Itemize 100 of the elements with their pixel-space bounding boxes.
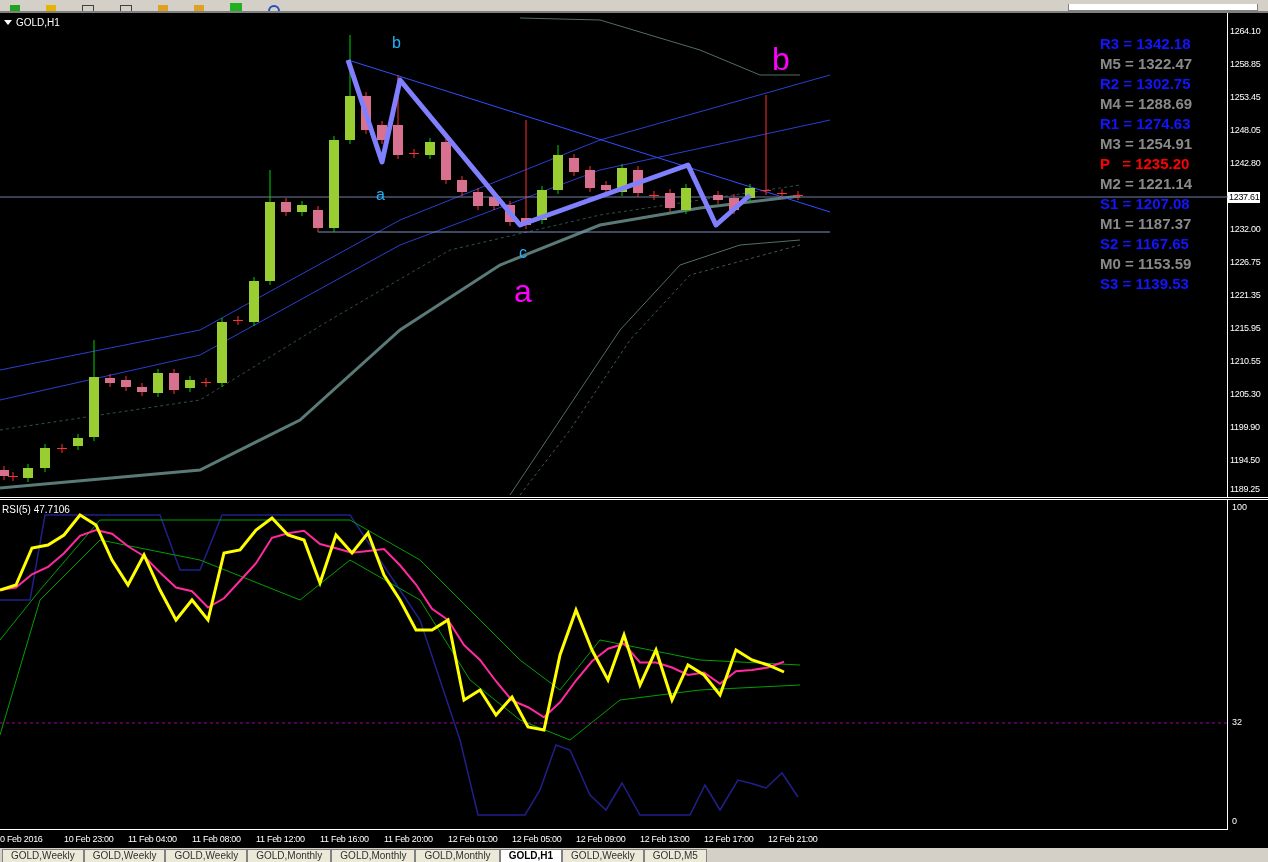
candle xyxy=(441,137,451,185)
chart-tab[interactable]: GOLD,Weekly xyxy=(165,849,248,862)
time-tick-label: 12 Feb 01:00 xyxy=(448,834,499,844)
candle xyxy=(505,200,515,227)
candle xyxy=(633,165,643,198)
candle xyxy=(409,148,419,159)
candle xyxy=(745,183,755,203)
time-tick-label: 12 Feb 09:00 xyxy=(576,834,627,844)
candle xyxy=(281,197,291,217)
candle xyxy=(297,200,307,217)
time-tick-label: 0 Feb 2016 xyxy=(0,834,44,844)
candle xyxy=(649,190,659,201)
candle xyxy=(665,188,675,213)
time-tick-label: 12 Feb 05:00 xyxy=(512,834,563,844)
time-tick-label: 11 Feb 04:00 xyxy=(128,834,178,844)
pivot-level-label: P = 1235.20 xyxy=(1100,154,1191,174)
price-tick-label: 1221.35 xyxy=(1230,291,1261,300)
candle xyxy=(553,144,563,195)
candle xyxy=(681,183,691,215)
wave-label: b xyxy=(392,35,401,51)
chart-tab[interactable]: GOLD,Monthly xyxy=(247,849,332,862)
candle xyxy=(233,315,243,326)
price-tick-label: 1258.85 xyxy=(1230,60,1261,69)
rsi-tick-label: 100 xyxy=(1232,503,1248,512)
chart-tab[interactable]: GOLD,Weekly xyxy=(83,849,166,862)
wave-label: b xyxy=(772,43,790,75)
candle xyxy=(457,175,467,197)
pivot-level-label: M2 = 1221.14 xyxy=(1100,174,1193,194)
candle xyxy=(713,190,723,205)
price-tick-label: 1215.95 xyxy=(1230,324,1261,333)
rsi-title: RSI(5) 47.7106 xyxy=(2,503,70,517)
candle xyxy=(585,165,595,193)
pivot-level-label: M4 = 1288.69 xyxy=(1100,94,1193,114)
candle xyxy=(425,137,435,160)
candle xyxy=(121,375,131,392)
pivot-level-label: S2 = 1167.65 xyxy=(1100,234,1190,254)
pivot-level-label: M3 = 1254.91 xyxy=(1100,134,1193,154)
chart-tab[interactable]: GOLD,H1 xyxy=(499,849,563,862)
chart-tab[interactable]: GOLD,Monthly xyxy=(415,849,500,862)
candle xyxy=(249,276,259,327)
candle xyxy=(217,317,227,388)
time-tick-label: 11 Feb 20:00 xyxy=(384,834,434,844)
time-tick-label: 12 Feb 21:00 xyxy=(768,834,819,844)
pivot-level-label: M1 = 1187.37 xyxy=(1100,214,1193,234)
price-tick-label: 1232.00 xyxy=(1230,225,1261,234)
price-tick-label: 1210.55 xyxy=(1230,357,1261,366)
price-tick-label: 1226.75 xyxy=(1230,258,1261,267)
candle xyxy=(137,382,147,397)
candle xyxy=(777,188,787,199)
chart-tab[interactable]: GOLD,Monthly xyxy=(331,849,416,862)
candle xyxy=(153,368,163,398)
time-tick-label: 10 Feb 23:00 xyxy=(64,834,115,844)
candle xyxy=(729,193,739,215)
pivot-level-label: R1 = 1274.63 xyxy=(1100,114,1192,134)
candle xyxy=(73,433,83,451)
price-tick-label: 1194.50 xyxy=(1230,456,1260,465)
chart-tab[interactable]: GOLD,Weekly xyxy=(2,849,84,862)
dropdown-caret-icon[interactable] xyxy=(4,20,12,25)
wave-label: a xyxy=(376,187,385,203)
candle xyxy=(793,190,803,201)
candle xyxy=(617,163,627,197)
time-tick-label: 12 Feb 17:00 xyxy=(704,834,755,844)
pivot-level-label: M0 = 1153.59 xyxy=(1100,254,1193,274)
chart-symbol-label: GOLD,H1 xyxy=(16,16,60,30)
candle xyxy=(57,443,67,454)
wave-label: c xyxy=(519,245,527,261)
pivot-level-label: R2 = 1302.75 xyxy=(1100,74,1192,94)
candle xyxy=(185,375,195,393)
pivot-level-label: M5 = 1322.47 xyxy=(1100,54,1193,74)
pivot-level-label: R3 = 1342.18 xyxy=(1100,34,1192,54)
chart-tab[interactable]: GOLD,M5 xyxy=(643,849,707,862)
price-tick-label: 1242.80 xyxy=(1230,159,1261,168)
price-tick-label: 1264.10 xyxy=(1230,27,1261,36)
wave-label: a xyxy=(514,275,532,307)
candle xyxy=(473,187,483,211)
price-tick-label: 1248.05 xyxy=(1230,126,1261,135)
price-tick-label: 1189.25 xyxy=(1230,485,1260,494)
pivot-level-label: S3 = 1139.53 xyxy=(1100,274,1190,294)
price-tick-label: 1253.45 xyxy=(1230,93,1261,102)
candle xyxy=(201,377,211,388)
chart-tab[interactable]: GOLD,Weekly xyxy=(562,849,644,862)
candle xyxy=(537,185,547,225)
candle xyxy=(169,368,179,395)
candle xyxy=(40,443,50,473)
current-price-label: 1237.61 xyxy=(1228,192,1261,203)
candle xyxy=(105,373,115,388)
rsi-tick-label: 0 xyxy=(1232,817,1237,826)
candle xyxy=(361,91,371,135)
candle xyxy=(23,463,33,483)
time-tick-label: 11 Feb 16:00 xyxy=(320,834,370,844)
time-tick-label: 12 Feb 13:00 xyxy=(640,834,691,844)
candle xyxy=(601,180,611,195)
candle xyxy=(377,120,387,145)
candle xyxy=(313,205,323,233)
price-tick-label: 1205.30 xyxy=(1230,390,1261,399)
candle xyxy=(569,153,579,177)
pivot-level-label: S1 = 1207.08 xyxy=(1100,194,1191,214)
price-tick-label: 1199.90 xyxy=(1230,423,1260,432)
time-tick-label: 11 Feb 08:00 xyxy=(192,834,242,844)
search-field[interactable] xyxy=(1068,4,1258,11)
